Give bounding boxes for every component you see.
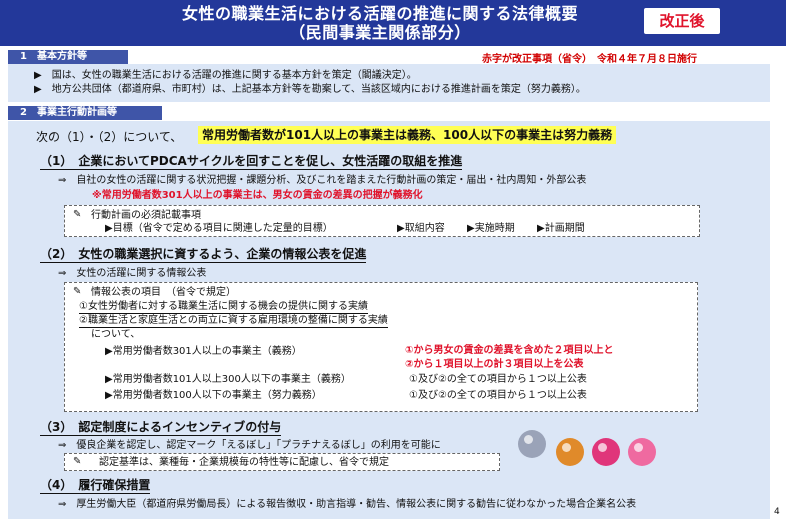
section1-bullet-2-text: 地方公共団体（都道府県、市町村）は、上記基本方針等を勘案して、当該区域内における… [51, 84, 586, 95]
item2-heading: （2） 女性の職業選択に資するよう、企業の情報公表を促進 [40, 247, 367, 263]
item1-box-item4: ▶計画期間 [537, 223, 585, 234]
section1-label: 1 基本方針等 [8, 50, 128, 64]
logo-shine [634, 443, 643, 452]
eruboshi-logo [628, 438, 656, 466]
item1-red-note: ※常用労働者数301人以上の事業主は、男女の賃金の差異の把握が義務化 [92, 190, 423, 201]
title-line1: 女性の職業生活における活躍の推進に関する法律概要 [181, 4, 578, 23]
item2-line-a: ⇒ 女性の活躍に関する情報公表 [58, 268, 207, 279]
item2-box-l1: ①女性労働者に対する職業生活に関する機会の提供に関する実績 [79, 301, 368, 314]
item1-box-item3: ▶実施時期 [467, 223, 515, 234]
eruboshi-logo [556, 438, 584, 466]
item2-row1-red2: ②から１項目以上の計３項目以上を公表 [405, 359, 584, 370]
item3-line-a: ⇒ 優良企業を認定し、認定マーク「えるぼし」「プラチナえるぼし」の利用を可能に [58, 440, 441, 451]
item1-box: ✎ 行動計画の必須記載事項 ▶目標（省令で定める項目に関連した定量的目標） ▶取… [64, 205, 700, 237]
section2-label: 2 事業主行動計画等 [8, 106, 162, 120]
page-title: 女性の職業生活における活躍の推進に関する法律概要 （民間事業主関係部分） [120, 4, 640, 42]
item1-box-item2: ▶取組内容 [397, 223, 445, 234]
clip-icon: ✎ [73, 456, 82, 467]
logo-shine [562, 443, 571, 452]
item2-row2-value: ①及び②の全ての項目から１つ以上公表 [409, 374, 587, 385]
eruboshi-logo [518, 430, 546, 458]
revision-badge: 改正後 [644, 8, 720, 34]
clip-icon: ✎ [73, 209, 82, 220]
item3-heading: （3） 認定制度によるインセンティブの付与 [40, 420, 282, 436]
item4-line-a: ⇒ 厚生労働大臣（都道府県労働局長）による報告徴収・助言指導・勧告、情報公表に関… [58, 499, 637, 510]
item3-box-text: 認定基準は、業種毎・企業規模毎の特性等に配慮し、省令で規定 [99, 457, 389, 468]
section2-intro: 次の（1）・（2）について、 [36, 130, 183, 144]
logo-shine [524, 435, 533, 444]
legend-note: 赤字が改正事項（省令） 令和４年７月８日施行 [482, 54, 697, 65]
title-line2: （民間事業主関係部分） [289, 23, 471, 42]
item1-box-item1: ▶目標（省令で定める項目に関連した定量的目標） [105, 223, 333, 234]
clip-icon: ✎ [73, 286, 82, 297]
logo-shine [598, 443, 607, 452]
section1-bullet-2: ▶ 地方公共団体（都道府県、市町村）は、上記基本方針等を勘案して、当該区域内にお… [34, 84, 586, 95]
section2-intro-highlight: 常用労働者数が101人以上の事業主は義務、100人以下の事業主は努力義務 [198, 126, 617, 144]
item2-row1-red1: ①から男女の賃金の差異を含めた２項目以上と [405, 345, 614, 356]
item2-row3-label: ▶常用労働者数100人以下の事業主（努力義務） [105, 390, 322, 401]
item2-row3-value: ①及び②の全ての項目から１つ以上公表 [409, 390, 587, 401]
item1-box-title: 行動計画の必須記載事項 [91, 210, 201, 221]
item1-line-a: ⇒ 自社の女性の活躍に関する状況把握・課題分析、及びこれを踏まえた行動計画の策定… [58, 175, 587, 186]
item2-row2-label: ▶常用労働者数101人以上300人以下の事業主（義務） [105, 374, 351, 385]
item1-heading: （1） 企業においてPDCAサイクルを回すことを促し、女性活躍の取組を推進 [40, 154, 463, 170]
eruboshi-logo [592, 438, 620, 466]
item2-box: ✎ 情報公表の項目 （省令で規定） ①女性労働者に対する職業生活に関する機会の提… [64, 282, 698, 412]
item2-row1-label: ▶常用労働者数301人以上の事業主（義務） [105, 346, 302, 357]
item2-box-l2: ②職業生活と家庭生活との両立に資する雇用環境の整備に関する実績 [79, 315, 388, 328]
page-number: 4 [774, 507, 780, 517]
item4-heading: （4） 履行確保措置 [40, 478, 151, 494]
section1-bullet-1: ▶ 国は、女性の職業生活における活躍の推進に関する基本方針を策定（閣議決定）。 [34, 70, 417, 81]
item2-box-title: 情報公表の項目 （省令で規定） [91, 287, 236, 298]
section1-bullet-1-text: 国は、女性の職業生活における活躍の推進に関する基本方針を策定（閣議決定）。 [51, 70, 417, 81]
item3-box: ✎ 認定基準は、業種毎・企業規模毎の特性等に配慮し、省令で規定 [64, 453, 500, 471]
item2-box-l3: について、 [91, 329, 141, 340]
